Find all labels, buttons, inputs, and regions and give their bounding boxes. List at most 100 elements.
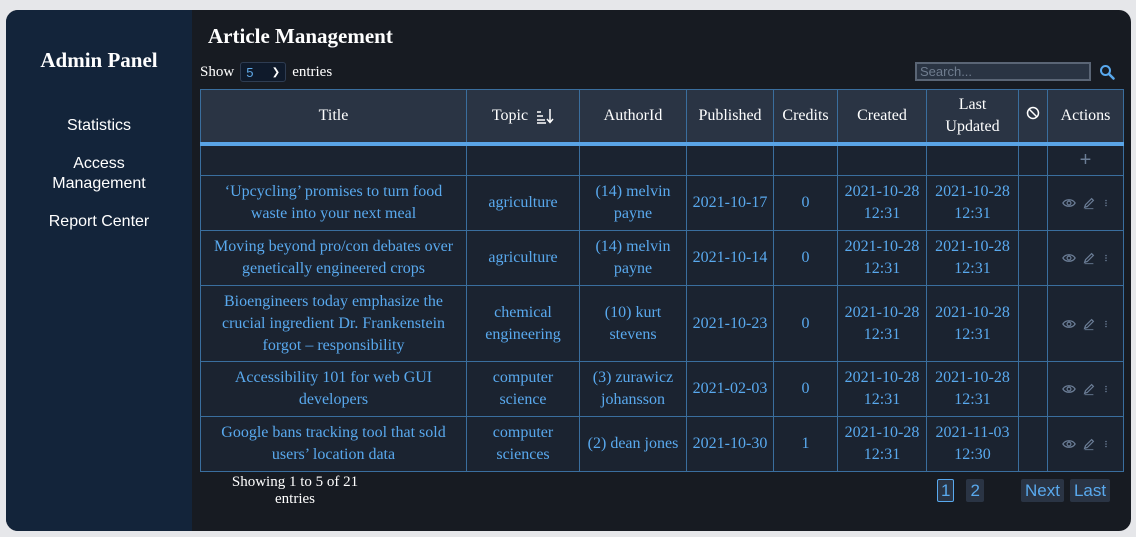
- search-input[interactable]: [915, 62, 1091, 81]
- edit-icon[interactable]: [1082, 317, 1096, 331]
- column-header-disabled[interactable]: [1018, 89, 1048, 146]
- last-button[interactable]: Last: [1069, 479, 1111, 502]
- cell-disabled: [1018, 416, 1048, 472]
- cell-credits: 0: [773, 175, 838, 231]
- articles-table: Title Topic AuthorId Published Credits C…: [200, 89, 1124, 472]
- cell-updated: 2021-11-03 12:30: [926, 416, 1019, 472]
- cell-topic: agriculture: [466, 175, 580, 231]
- row-actions: [1052, 382, 1119, 396]
- table-row: ‘Upcycling’ promises to turn food waste …: [200, 175, 1124, 231]
- next-button[interactable]: Next: [1021, 479, 1064, 502]
- page-button-1[interactable]: 1: [937, 479, 955, 502]
- table-row: Accessibility 101 for web GUI developers…: [200, 361, 1124, 417]
- cell-author: (14) melvin payne: [579, 230, 687, 286]
- more-vertical-icon[interactable]: [1102, 437, 1110, 451]
- cell-topic: computer science: [466, 361, 580, 417]
- filter-cell[interactable]: [466, 143, 580, 176]
- cell-updated: 2021-10-28 12:31: [926, 285, 1019, 362]
- cell-actions: [1047, 361, 1124, 417]
- cell-author: (10) kurt stevens: [579, 285, 687, 362]
- column-header-actions: Actions: [1047, 89, 1124, 146]
- table-header-row: Title Topic AuthorId Published Credits C…: [200, 89, 1124, 146]
- row-actions: [1052, 317, 1119, 331]
- edit-icon[interactable]: [1082, 196, 1096, 210]
- filter-cell: [1018, 143, 1048, 176]
- row-actions: [1052, 196, 1119, 210]
- cell-title: ‘Upcycling’ promises to turn food waste …: [200, 175, 467, 231]
- filter-row: +: [200, 143, 1124, 176]
- pagination-nav: Next Last: [1021, 479, 1111, 502]
- column-header-topic-label: Topic: [491, 107, 529, 124]
- column-header-authorid[interactable]: AuthorId: [579, 89, 687, 146]
- view-icon[interactable]: [1061, 251, 1076, 265]
- edit-icon[interactable]: [1082, 437, 1096, 451]
- cell-topic: agriculture: [466, 230, 580, 286]
- cell-actions: [1047, 230, 1124, 286]
- cell-credits: 0: [773, 230, 838, 286]
- cell-title: Google bans tracking tool that sold user…: [200, 416, 467, 472]
- more-vertical-icon[interactable]: [1102, 196, 1110, 210]
- more-vertical-icon[interactable]: [1102, 317, 1110, 331]
- more-vertical-icon[interactable]: [1102, 251, 1110, 265]
- page-size-control: Show 5 ❯ entries: [200, 62, 332, 82]
- cell-title: Bioengineers today emphasize the crucial…: [200, 285, 467, 362]
- cell-disabled: [1018, 361, 1048, 417]
- column-header-created[interactable]: Created: [837, 89, 927, 146]
- column-header-credits[interactable]: Credits: [773, 89, 838, 146]
- sort-ascending-icon: [537, 109, 554, 124]
- page-button-2[interactable]: 2: [966, 479, 984, 502]
- sidebar-nav: Statistics Access Management Report Cente…: [6, 116, 192, 232]
- filter-cell[interactable]: [773, 143, 838, 176]
- cell-actions: [1047, 416, 1124, 472]
- column-header-published[interactable]: Published: [686, 89, 774, 146]
- column-header-last-updated[interactable]: Last Updated: [926, 89, 1019, 146]
- sidebar-item-statistics[interactable]: Statistics: [6, 116, 192, 136]
- edit-icon[interactable]: [1082, 382, 1096, 396]
- cell-created: 2021-10-28 12:31: [837, 175, 927, 231]
- cell-created: 2021-10-28 12:31: [837, 416, 927, 472]
- view-icon[interactable]: [1061, 382, 1076, 396]
- sidebar-item-report-center[interactable]: Report Center: [6, 212, 192, 232]
- cell-title: Moving beyond pro/con debates over genet…: [200, 230, 467, 286]
- cell-credits: 0: [773, 285, 838, 362]
- show-label: Show: [200, 63, 235, 80]
- cell-credits: 0: [773, 361, 838, 417]
- cell-updated: 2021-10-28 12:31: [926, 230, 1019, 286]
- edit-icon[interactable]: [1082, 251, 1096, 265]
- app-window: Admin Panel Statistics Access Management …: [6, 10, 1131, 531]
- add-cell: +: [1047, 143, 1124, 176]
- cell-author: (2) dean jones: [579, 416, 687, 472]
- search-icon[interactable]: [1099, 64, 1115, 80]
- sidebar-item-access-management[interactable]: Access Management: [6, 154, 192, 194]
- cell-title: Accessibility 101 for web GUI developers: [200, 361, 467, 417]
- cell-published: 2021-10-30: [686, 416, 774, 472]
- entries-label: entries: [292, 63, 333, 80]
- cell-updated: 2021-10-28 12:31: [926, 175, 1019, 231]
- filter-cell[interactable]: [926, 143, 1019, 176]
- cell-published: 2021-10-14: [686, 230, 774, 286]
- column-header-topic[interactable]: Topic: [466, 89, 580, 146]
- cell-actions: [1047, 285, 1124, 362]
- filter-cell[interactable]: [837, 143, 927, 176]
- row-actions: [1052, 437, 1119, 451]
- view-icon[interactable]: [1061, 317, 1076, 331]
- filter-cell[interactable]: [686, 143, 774, 176]
- add-icon[interactable]: +: [1080, 149, 1092, 171]
- sidebar: Admin Panel Statistics Access Management …: [6, 10, 192, 531]
- pagination-pages: 1 2: [937, 479, 984, 502]
- cell-actions: [1047, 175, 1124, 231]
- row-actions: [1052, 251, 1119, 265]
- filter-cell[interactable]: [200, 143, 467, 176]
- chevron-down-icon: ❯: [271, 66, 281, 78]
- column-header-title[interactable]: Title: [200, 89, 467, 146]
- view-icon[interactable]: [1061, 437, 1076, 451]
- page-size-select[interactable]: 5 ❯: [240, 62, 287, 82]
- cell-credits: 1: [773, 416, 838, 472]
- cell-disabled: [1018, 175, 1048, 231]
- view-icon[interactable]: [1061, 196, 1076, 210]
- cell-created: 2021-10-28 12:31: [837, 285, 927, 362]
- search-bar: [915, 62, 1115, 81]
- filter-cell[interactable]: [579, 143, 687, 176]
- table-row: Moving beyond pro/con debates over genet…: [200, 230, 1124, 286]
- more-vertical-icon[interactable]: [1102, 382, 1110, 396]
